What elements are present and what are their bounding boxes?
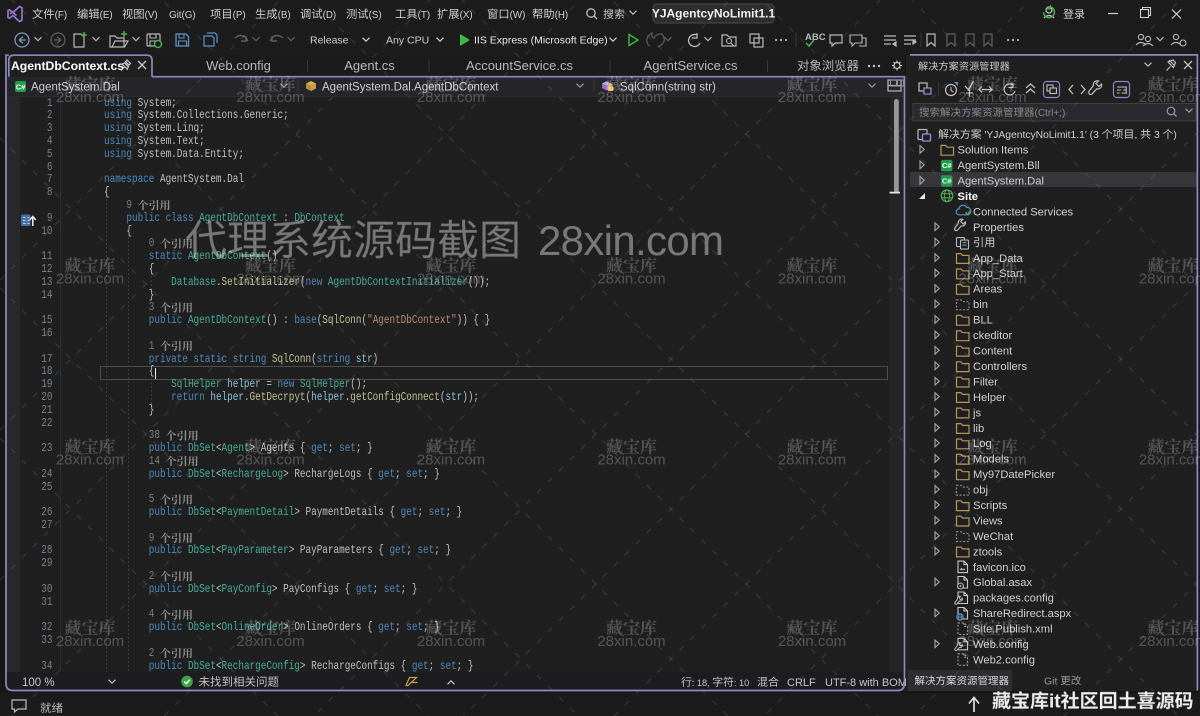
svg-text:(E): (E) xyxy=(100,10,113,21)
svg-text:(F): (F) xyxy=(55,10,68,21)
svg-text:ckeditor: ckeditor xyxy=(973,330,1012,342)
svg-text:AgentService.cs: AgentService.cs xyxy=(644,58,738,73)
svg-text:AgentDbContext.cs: AgentDbContext.cs xyxy=(11,59,124,73)
svg-text:My97DatePicker: My97DatePicker xyxy=(973,469,1055,481)
svg-text:C#: C# xyxy=(16,83,26,92)
svg-text:ABC: ABC xyxy=(805,32,826,43)
svg-text:(B): (B) xyxy=(278,10,291,21)
svg-text:(Ctrl+;): (Ctrl+;) xyxy=(1035,108,1066,119)
svg-text:ztools: ztools xyxy=(973,546,1003,558)
svg-text:'YJAgentcyNoLimit1.1' (3: 'YJAgentcyNoLimit1.1' (3 xyxy=(982,130,1102,141)
svg-text:Global.asax: Global.asax xyxy=(973,577,1032,589)
svg-text:,: , xyxy=(1134,130,1140,141)
svg-text:(V): (V) xyxy=(145,10,158,21)
svg-text:lib: lib xyxy=(973,423,984,435)
svg-text:bin: bin xyxy=(973,299,988,311)
svg-text:Git: Git xyxy=(1044,675,1060,687)
svg-text:C#: C# xyxy=(942,161,952,170)
svg-text:favicon.ico: favicon.ico xyxy=(973,562,1026,574)
svg-text:it: it xyxy=(1049,692,1061,713)
svg-text:Helper: Helper xyxy=(973,392,1006,404)
svg-text:js: js xyxy=(972,407,981,419)
svg-text:obj: obj xyxy=(973,485,988,497)
svg-text:Release: Release xyxy=(310,35,349,47)
svg-text:3: 3 xyxy=(1151,130,1162,141)
svg-text:Git(G): Git(G) xyxy=(169,10,196,21)
svg-text:: 10: : 10 xyxy=(734,678,749,688)
svg-text:AgentSystem.Bll: AgentSystem.Bll xyxy=(958,160,1040,172)
svg-text:(P): (P) xyxy=(233,10,246,21)
svg-text:Properties: Properties xyxy=(973,222,1024,234)
svg-text:Solution Items: Solution Items xyxy=(958,145,1029,157)
svg-text:Any CPU: Any CPU xyxy=(386,35,429,47)
svg-text:WeChat: WeChat xyxy=(973,531,1014,543)
svg-text:(W): (W) xyxy=(510,10,526,21)
svg-text:Filter: Filter xyxy=(973,376,998,388)
svg-text:): ) xyxy=(1173,130,1176,141)
svg-text:Connected Services: Connected Services xyxy=(973,206,1074,218)
svg-text:AccountService.cs: AccountService.cs xyxy=(466,58,573,73)
svg-text:YJAgentcyNoLimit1.1: YJAgentcyNoLimit1.1 xyxy=(652,7,776,21)
svg-text:Web.config: Web.config xyxy=(206,58,271,73)
svg-text:AgentSystem.Dal: AgentSystem.Dal xyxy=(958,176,1044,188)
svg-text:28xin.com: 28xin.com xyxy=(538,217,724,264)
svg-text:Site: Site xyxy=(958,191,979,203)
svg-text:(X): (X) xyxy=(460,10,473,21)
svg-text:(S): (S) xyxy=(369,10,382,21)
svg-text:Web2.config: Web2.config xyxy=(973,655,1035,667)
svg-text:Controllers: Controllers xyxy=(973,361,1027,373)
svg-text:UTF-8 with BOM: UTF-8 with BOM xyxy=(825,677,907,689)
svg-text:(D): (D) xyxy=(323,10,337,21)
svg-text:: 18,: : 18, xyxy=(692,678,712,688)
svg-text:100 %: 100 % xyxy=(22,677,55,689)
svg-text:packages.config: packages.config xyxy=(973,593,1054,605)
svg-text:IIS Express (Microsoft Edge): IIS Express (Microsoft Edge) xyxy=(474,35,608,47)
svg-text:BLL: BLL xyxy=(973,315,993,327)
svg-text:ShareRedirect.aspx: ShareRedirect.aspx xyxy=(973,608,1072,620)
svg-text:Agent.cs: Agent.cs xyxy=(344,58,395,73)
